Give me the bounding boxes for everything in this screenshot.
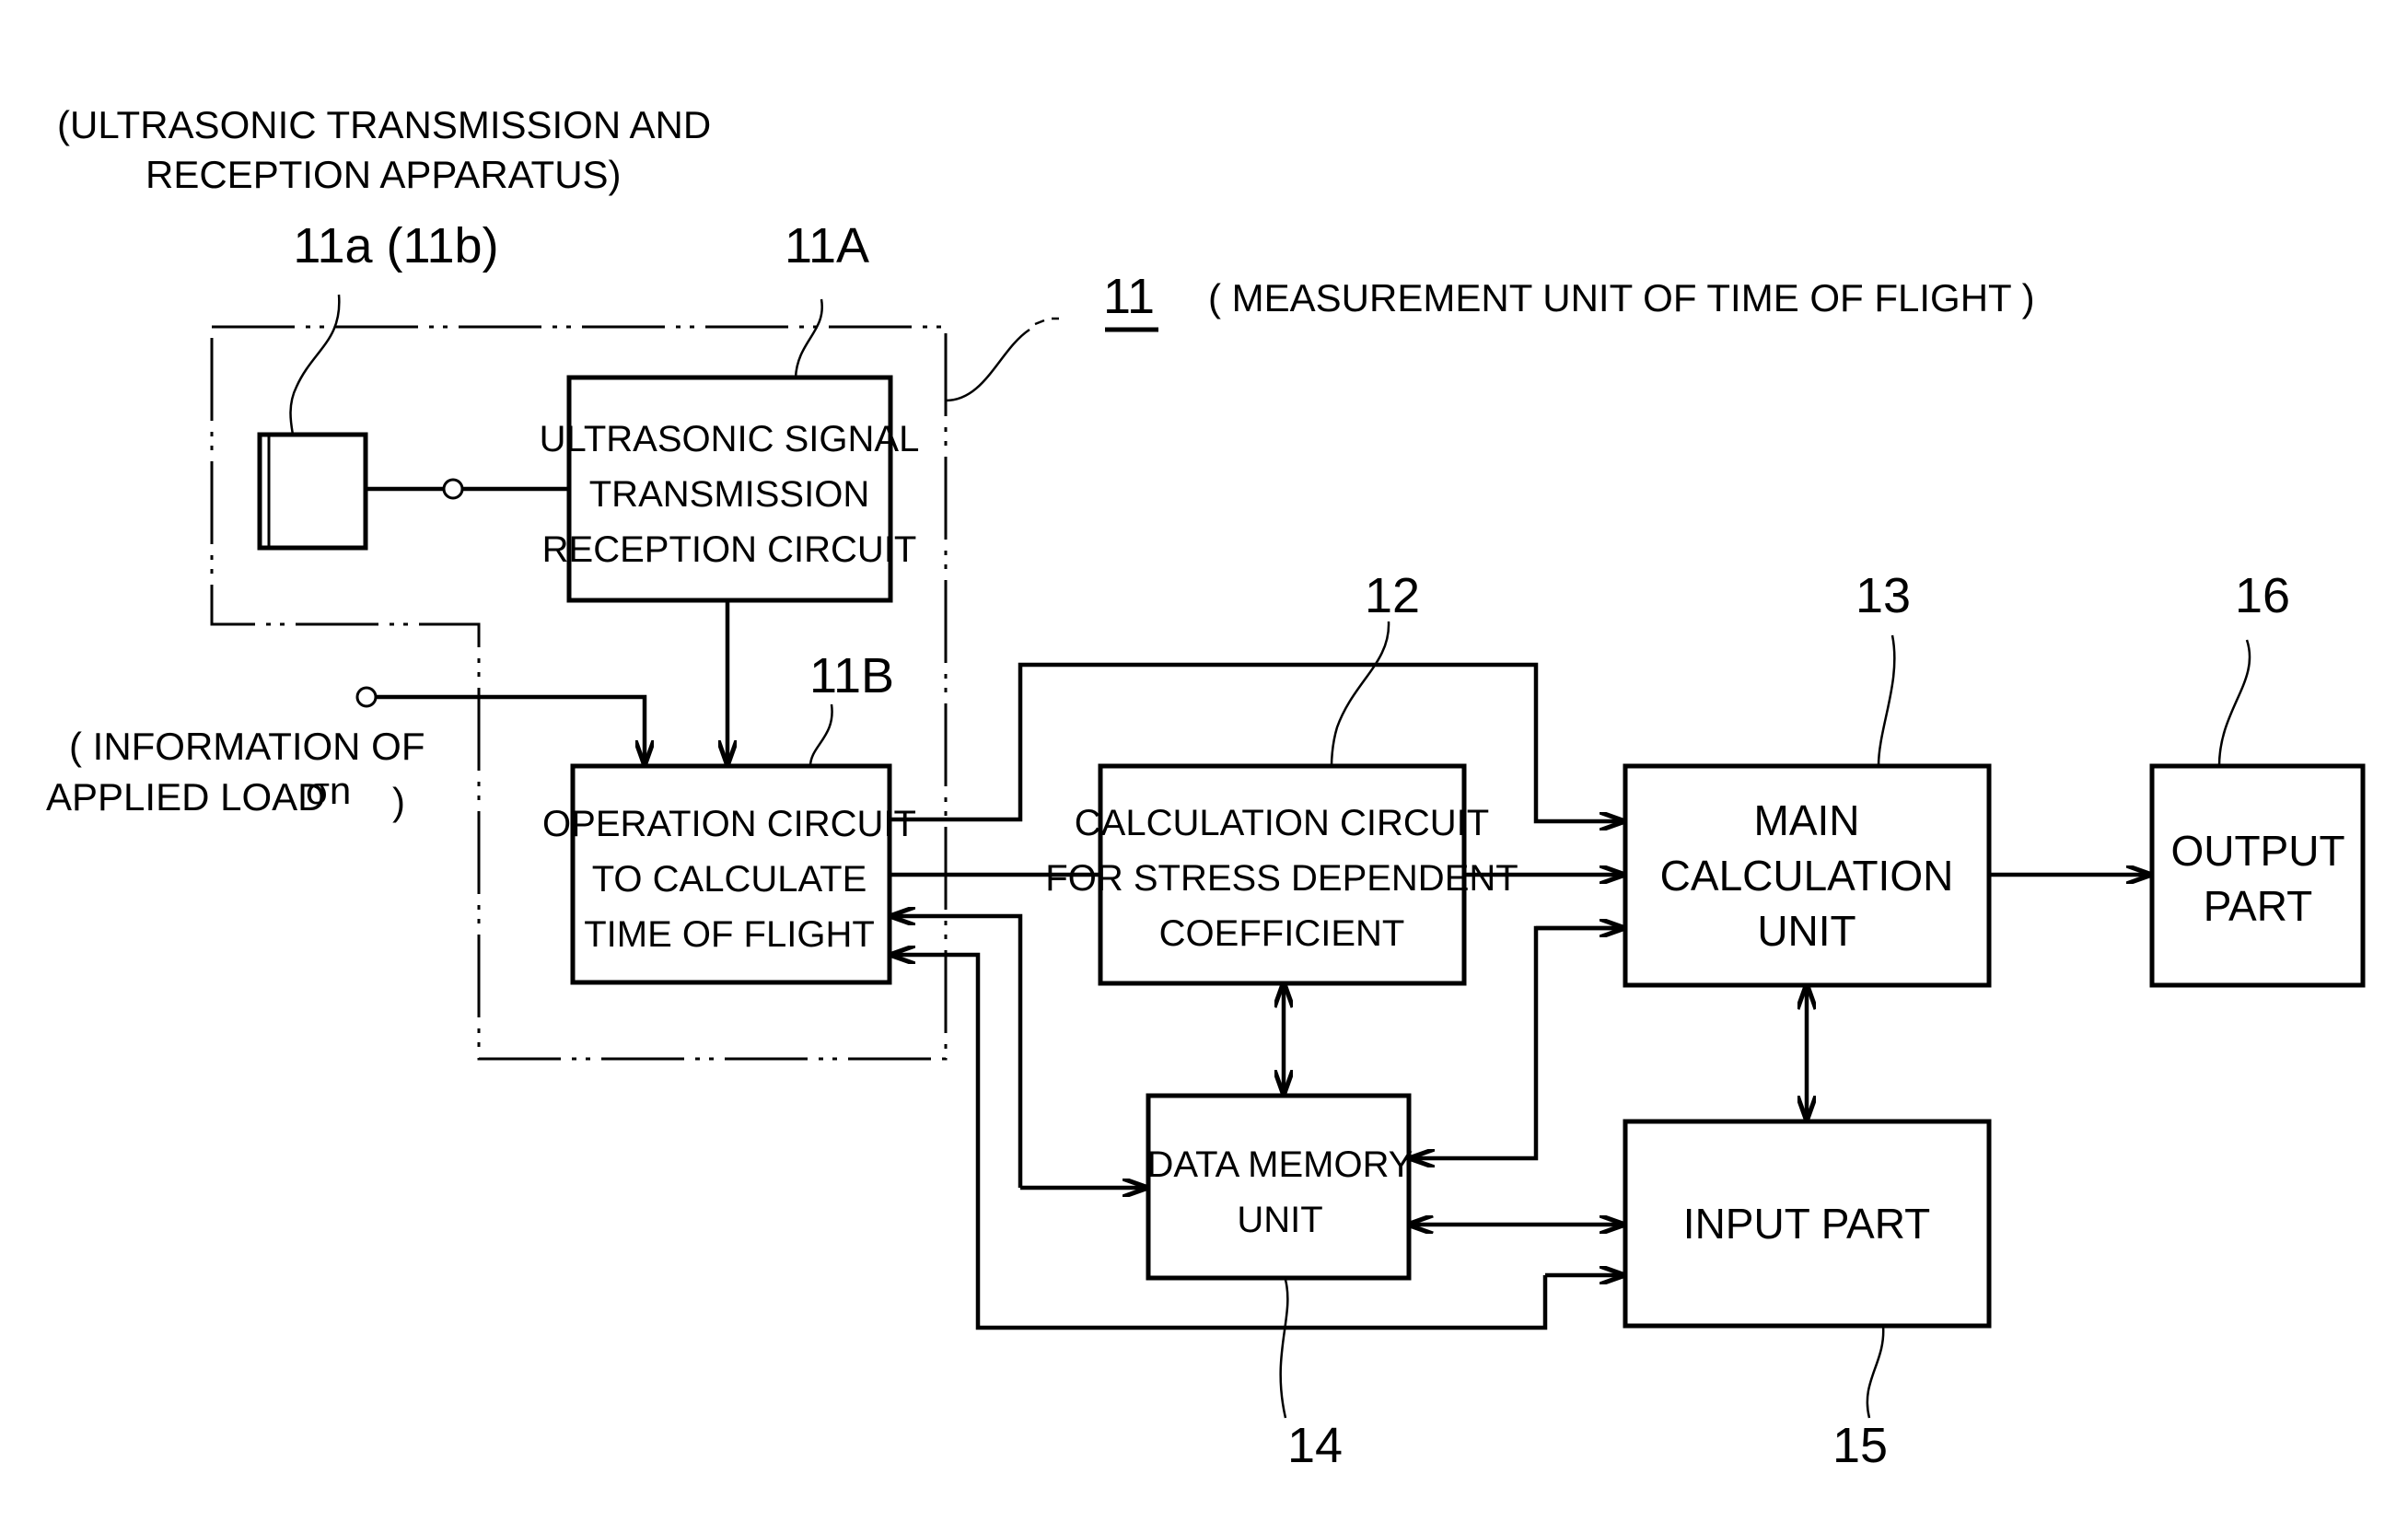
output-part-text-1: OUTPUT [2170,827,2344,875]
ref-12: 12 [1365,568,1420,623]
leader-11A [794,298,823,378]
ref-14: 14 [1287,1418,1343,1473]
apparatus-label-line2: RECEPTION APPARATUS) [145,153,622,196]
ref-16: 16 [2235,568,2290,623]
leader-11B [808,703,833,767]
main-calculation-text-3: UNIT [1757,907,1855,955]
ref-15: 15 [1832,1418,1888,1473]
ref-13: 13 [1855,568,1911,623]
leader-13 [1877,634,1896,767]
main-calculation-text-2: CALCULATION [1660,852,1954,900]
ref-11: 11 [1103,269,1155,324]
leader-11 [945,317,1059,402]
operation-circuit-text-3: TIME OF FLIGHT [584,914,875,955]
leader-11a [289,294,341,436]
data-memory-text-2: UNIT [1237,1200,1322,1240]
ref-11a-11b: 11a (11b) [293,218,498,273]
ref-11B: 11B [809,648,894,703]
transducer-box [257,432,368,551]
calculation-circuit-text-3: COEFFICIENT [1159,913,1405,954]
calculation-circuit-text-1: CALCULATION CIRCUIT [1075,803,1489,843]
load-info-line2: APPLIED LOAD [46,775,325,819]
operation-circuit-text-2: TO CALCULATE [592,859,867,900]
leader-14 [1279,1279,1289,1419]
input-part-text: INPUT PART [1683,1200,1930,1248]
ref-11A: 11A [785,218,869,273]
leader-12 [1330,621,1390,767]
data-memory-unit-box [1146,1093,1412,1281]
output-part-text-2: PART [2204,882,2312,930]
load-input-terminal-icon [355,686,378,708]
operation-circuit-text-1: OPERATION CIRCUIT [542,804,916,844]
apparatus-label-line1: (ULTRASONIC TRANSMISSION AND [57,103,711,146]
transmission-circuit-text-2: TRANSMISSION [589,474,869,515]
load-info-close: ) [392,780,405,823]
load-symbol: σn [306,769,351,812]
terminal-icon [442,478,464,500]
block-diagram: (ULTRASONIC TRANSMISSION AND RECEPTION A… [46,103,2366,1473]
calculation-circuit-text-2: FOR STRESS DEPENDENT [1045,858,1518,899]
data-memory-text-1: DATA MEMORY [1147,1144,1413,1185]
measurement-unit-label: ( MEASUREMENT UNIT OF TIME OF FLIGHT ) [1208,276,2035,319]
main-calculation-text-1: MAIN [1754,796,1860,844]
leader-16 [2217,639,2251,767]
transmission-circuit-text-1: ULTRASONIC SIGNAL [540,419,920,459]
load-info-line1: ( INFORMATION OF [69,725,425,768]
leader-15 [1866,1325,1885,1419]
transmission-circuit-text-3: RECEPTION CIRCUIT [542,529,917,570]
output-part-box [2149,763,2366,988]
